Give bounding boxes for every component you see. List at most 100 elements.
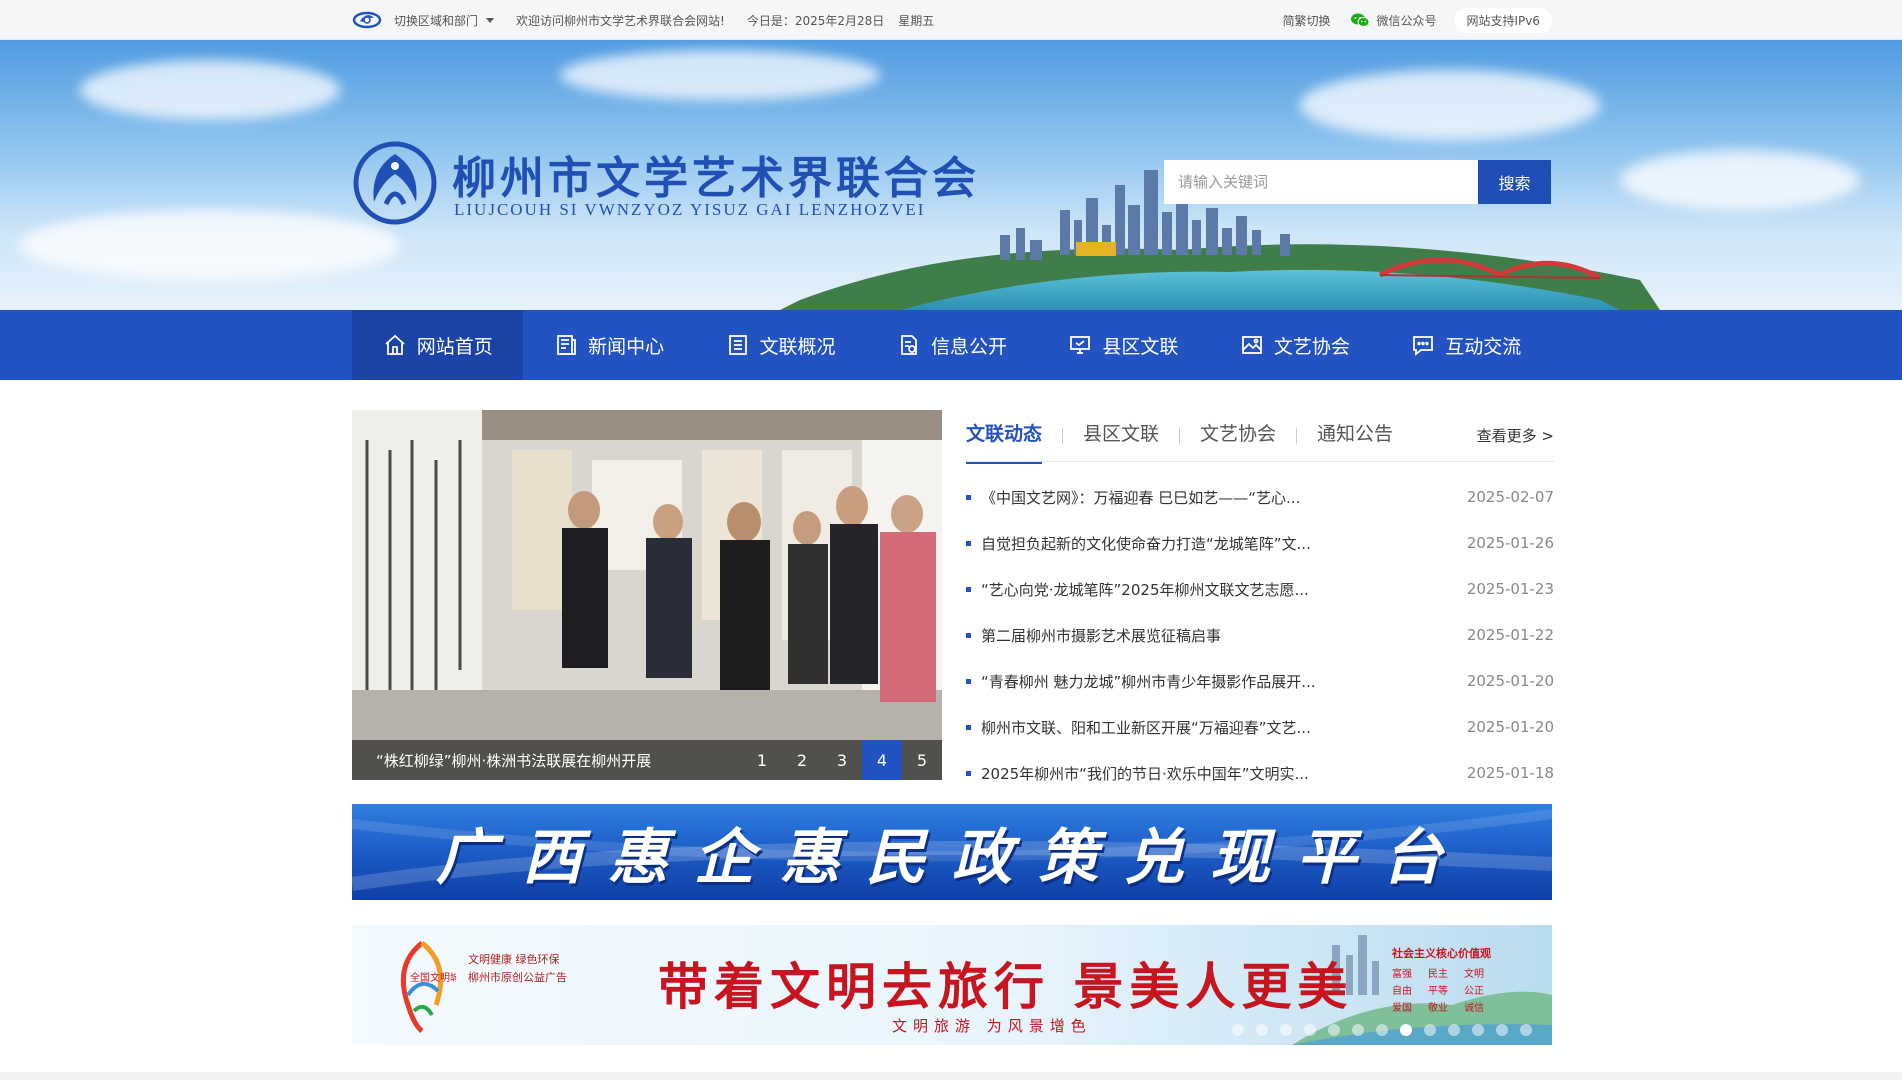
news-date: 2025-01-26 [1466, 534, 1554, 552]
slider-caption[interactable]: “株红柳绿”柳州·株洲书法联展在柳州开展 [376, 750, 651, 771]
ad-carousel-dots [1232, 1024, 1544, 1036]
gov-logo-icon [352, 11, 382, 29]
cloud-decoration [1300, 70, 1600, 140]
site-title: 柳州市文学艺术界联合会 [452, 153, 980, 204]
policy-platform-banner[interactable]: 广西惠企惠民政策兑现平台 [352, 804, 1552, 900]
news-title[interactable]: 2025年柳州市“我们的节日·欢乐中国年”文明实... [981, 763, 1467, 784]
ad-carousel-dot[interactable] [1520, 1024, 1532, 1036]
civil-small-line-1: 文明健康 绿色环保 [468, 953, 560, 966]
ad-carousel-dot[interactable] [1448, 1024, 1460, 1036]
list-icon [728, 335, 747, 355]
slider-page-button[interactable]: 3 [822, 740, 862, 780]
news-date: 2025-01-23 [1466, 580, 1554, 598]
core-values-panel: 社会主义核心价值观 富强 民主 文明 自由 平等 公正 爱国 敬业 诚信 [1392, 945, 1512, 1031]
list-item[interactable]: 2025年柳州市“我们的节日·欢乐中国年”文明实... 2025-01-18 [966, 750, 1554, 796]
news-icon [557, 335, 577, 355]
footer-divider [0, 1072, 1902, 1080]
chat-icon [1413, 336, 1434, 356]
news-list: 《中国文艺网》：万福迎春 巳巳如艺——“艺心... 2025-02-07 自觉担… [966, 474, 1554, 796]
slider-page-button[interactable]: 1 [742, 740, 782, 780]
list-item[interactable]: 《中国文艺网》：万福迎春 巳巳如艺——“艺心... 2025-02-07 [966, 474, 1554, 520]
ipv6-badge: 网站支持IPv6 [1454, 7, 1552, 33]
nav-item-news[interactable]: 新闻中心 [523, 310, 694, 380]
ad-carousel-dot[interactable] [1232, 1024, 1244, 1036]
bullet-icon [966, 540, 971, 546]
list-item[interactable]: “青春柳州 魅力龙城”柳州市青少年摄影作品展开... 2025-01-20 [966, 658, 1554, 704]
news-date: 2025-01-20 [1466, 672, 1554, 690]
view-more-link[interactable]: 查看更多 > [1477, 425, 1554, 446]
search-input[interactable] [1164, 160, 1478, 204]
cloud-decoration [80, 60, 340, 120]
region-switch[interactable]: 切换区域和部门 [394, 12, 495, 29]
civilization-ad-banner[interactable]: 全国文明城市 文明健康 绿色环保 柳州市原创公益广告 带着文明去旅行 景美人更美… [352, 925, 1552, 1045]
ad-carousel-dot[interactable] [1376, 1024, 1388, 1036]
nav-item-label: 文艺协会 [1273, 335, 1350, 358]
news-title[interactable]: “青春柳州 魅力龙城”柳州市青少年摄影作品展开... [981, 671, 1467, 692]
top-bar-right: 简繁切换 微信公众号 网站支持IPv6 [1262, 7, 1552, 33]
policy-banner-text: 广西惠企惠民政策兑现平台 [436, 822, 1468, 893]
news-date: 2025-01-22 [1466, 626, 1554, 644]
nav-item-associations[interactable]: 文艺协会 [1209, 310, 1380, 380]
today-weekday: 星期五 [898, 13, 935, 28]
list-item[interactable]: 柳州市文联、阳和工业新区开展“万福迎春”文艺... 2025-01-20 [966, 704, 1554, 750]
list-item[interactable]: 自觉担负起新的文化使命奋力打造“龙城笔阵”文... 2025-01-26 [966, 520, 1554, 566]
civil-small-line-2: 柳州市原创公益广告 [468, 971, 567, 984]
news-slider[interactable]: “株红柳绿”柳州·株洲书法联展在柳州开展 1 2 3 4 5 [352, 410, 942, 780]
core-value: 平等 [1428, 986, 1448, 997]
news-title[interactable]: 《中国文艺网》：万福迎春 巳巳如艺——“艺心... [981, 487, 1467, 508]
core-value: 爱国 [1392, 1003, 1412, 1014]
news-date: 2025-02-07 [1466, 488, 1554, 506]
nav-item-disclosure[interactable]: 信息公开 [866, 310, 1037, 380]
bullet-icon [966, 678, 971, 684]
slider-page-button-active[interactable]: 4 [862, 740, 902, 780]
ad-carousel-dot[interactable] [1424, 1024, 1436, 1036]
ad-carousel-dot[interactable] [1472, 1024, 1484, 1036]
ad-carousel-dot[interactable] [1328, 1024, 1340, 1036]
nav-item-county[interactable]: 县区文联 [1038, 310, 1209, 380]
news-title[interactable]: “艺心向党·龙城笔阵”2025年柳州文联文艺志愿... [981, 579, 1467, 600]
tab-federation-news[interactable]: 文联动态 [966, 419, 1043, 464]
tab-art-associations[interactable]: 文艺协会 [1200, 419, 1276, 452]
welcome-text: 欢迎访问柳州市文学艺术界联合会网站! [516, 13, 725, 28]
ad-carousel-dot[interactable] [1352, 1024, 1364, 1036]
core-value: 民主 [1428, 969, 1448, 980]
slider-pagination: 1 2 3 4 5 [742, 740, 942, 780]
core-values-title: 社会主义核心价值观 [1392, 947, 1491, 960]
nav-item-label: 县区文联 [1102, 335, 1179, 358]
main-nav: 网站首页 新闻中心 文联概况 信息公开 县区文联 文艺协会 互动交流 [0, 310, 1902, 380]
ad-carousel-dot[interactable] [1496, 1024, 1508, 1036]
ad-carousel-dot-active[interactable] [1400, 1024, 1412, 1036]
news-title[interactable]: 第二届柳州市摄影艺术展览征稿启事 [981, 625, 1467, 646]
slider-page-button[interactable]: 5 [902, 740, 942, 780]
core-value: 诚信 [1464, 1003, 1484, 1014]
nav-item-overview[interactable]: 文联概况 [695, 310, 866, 380]
nav-item-label: 网站首页 [416, 335, 493, 358]
slider-page-button[interactable]: 2 [782, 740, 822, 780]
civil-logo-text: 全国文明城市 [410, 971, 456, 984]
tab-notices[interactable]: 通知公告 [1317, 419, 1393, 452]
nav-item-home[interactable]: 网站首页 [352, 310, 524, 380]
news-title[interactable]: 柳州市文联、阳和工业新区开展“万福迎春”文艺... [981, 717, 1467, 738]
nav-item-label: 文联概况 [759, 335, 836, 358]
home-icon [385, 334, 405, 355]
nav-item-label: 互动交流 [1445, 335, 1522, 358]
ad-carousel-dot[interactable] [1280, 1024, 1292, 1036]
tab-county-federation[interactable]: 县区文联 [1083, 419, 1159, 452]
region-switch-label: 切换区域和部门 [394, 13, 479, 28]
simp-trad-switch[interactable]: 简繁切换 [1282, 12, 1330, 29]
today-date: 今日是：2025年2月28日 [746, 13, 885, 28]
news-title[interactable]: 自觉担负起新的文化使命奋力打造“龙城笔阵”文... [981, 533, 1467, 554]
ad-carousel-dot[interactable] [1256, 1024, 1268, 1036]
list-item[interactable]: 第二届柳州市摄影艺术展览征稿启事 2025-01-22 [966, 612, 1554, 658]
monitor-icon [1070, 336, 1091, 354]
nav-item-interaction[interactable]: 互动交流 [1381, 310, 1552, 380]
civil-ad-subtitle: 文明旅游 为风景增色 [892, 1017, 1092, 1035]
list-item[interactable]: “艺心向党·龙城笔阵”2025年柳州文联文艺志愿... 2025-01-23 [966, 566, 1554, 612]
search-box: 搜索 [1164, 160, 1551, 204]
civil-ad-headline: 带着文明去旅行 景美人更美 [658, 958, 1354, 1016]
core-value: 自由 [1392, 986, 1412, 997]
search-button[interactable]: 搜索 [1478, 160, 1551, 204]
wechat-link[interactable]: 微信公众号 [1350, 12, 1436, 29]
news-date: 2025-01-18 [1466, 764, 1554, 782]
ad-carousel-dot[interactable] [1304, 1024, 1316, 1036]
